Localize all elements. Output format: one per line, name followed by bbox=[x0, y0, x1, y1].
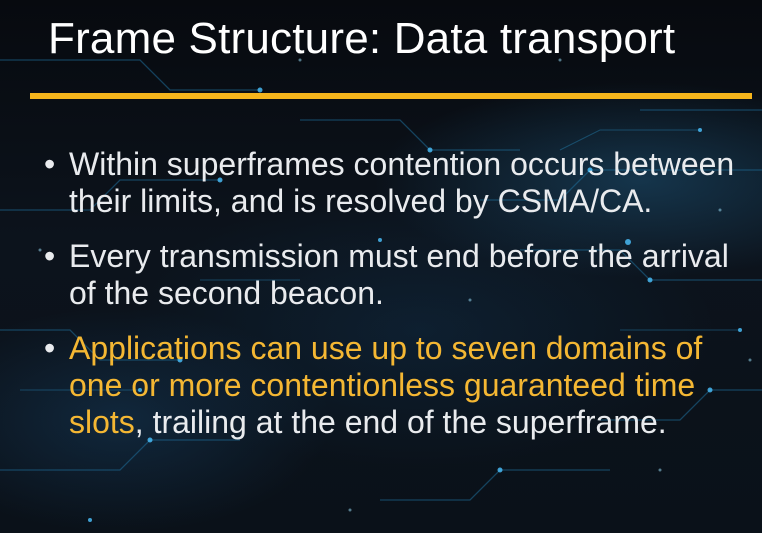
bullet-text: Every transmission must end before the a… bbox=[69, 238, 729, 311]
slide: Frame Structure: Data transport • Within… bbox=[0, 0, 762, 533]
bullet-dot-icon: • bbox=[44, 330, 56, 366]
bullet-dot-icon: • bbox=[44, 238, 56, 274]
bullet-text: , trailing at the end of the superframe. bbox=[134, 404, 667, 440]
slide-title: Frame Structure: Data transport bbox=[48, 14, 676, 63]
bullet-item-contention: • Within superframes contention occurs b… bbox=[44, 146, 744, 220]
bullet-text: Within superframes contention occurs bet… bbox=[69, 146, 735, 219]
bullet-item-transmission: • Every transmission must end before the… bbox=[44, 238, 744, 312]
title-underline bbox=[30, 93, 752, 99]
bullet-dot-icon: • bbox=[44, 146, 56, 182]
bullet-list: • Within superframes contention occurs b… bbox=[44, 146, 744, 459]
bullet-item-guaranteed-slots: • Applications can use up to seven domai… bbox=[44, 330, 744, 441]
